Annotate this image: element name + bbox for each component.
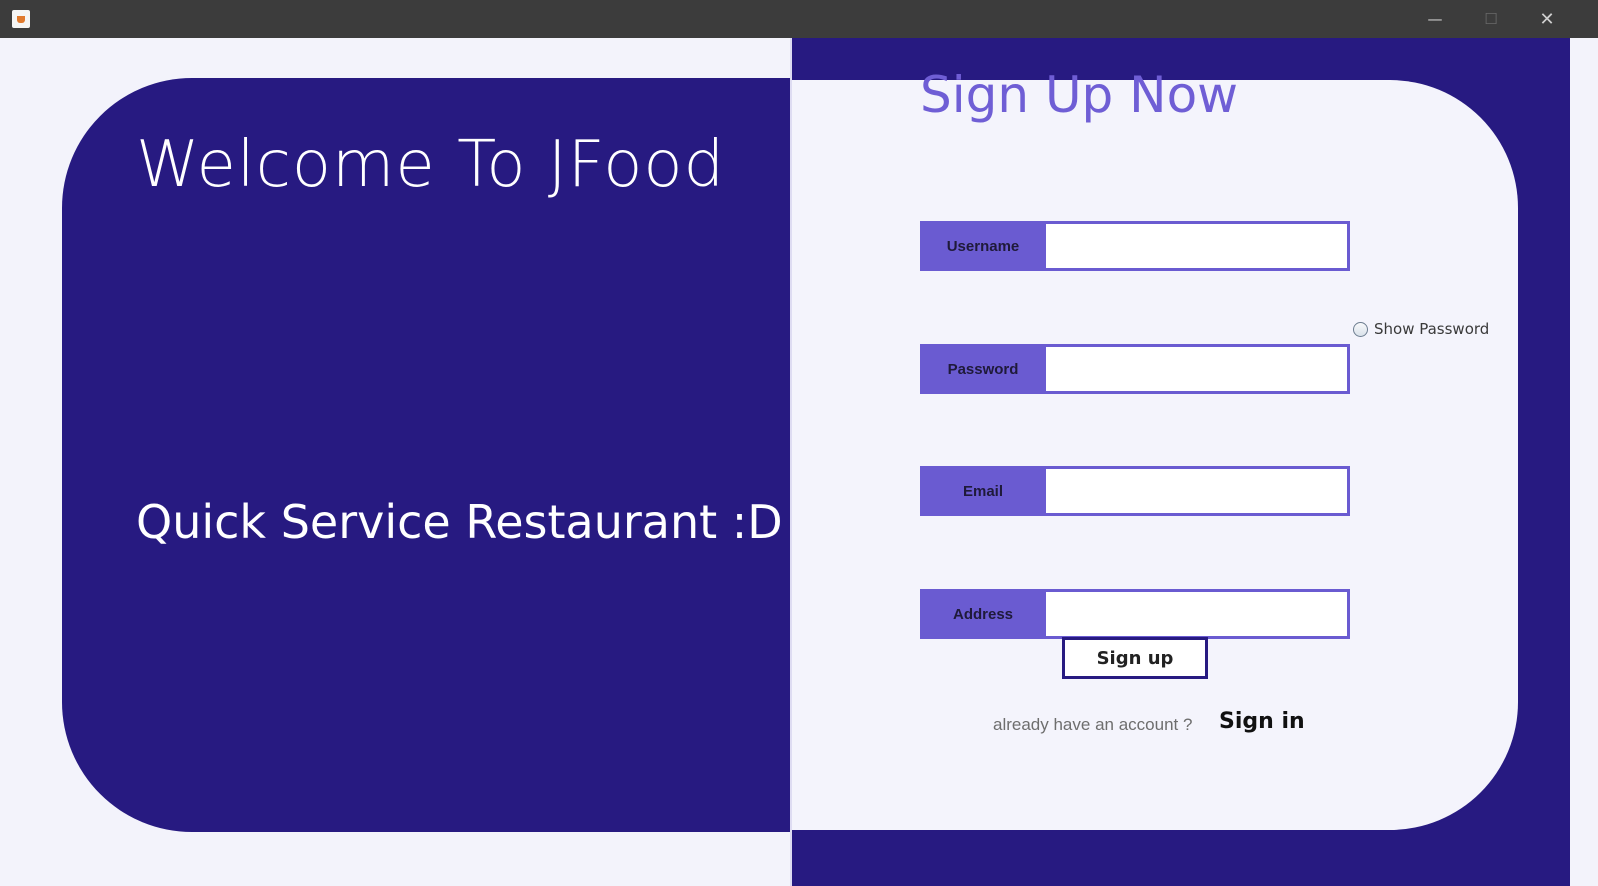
tagline-text: Quick Service Restaurant :D	[136, 495, 783, 549]
email-label: Email	[920, 466, 1046, 516]
minimize-button[interactable]: —	[1412, 0, 1458, 38]
username-row: Username	[920, 221, 1350, 271]
signin-link[interactable]: Sign in	[1219, 709, 1305, 734]
address-row: Address	[920, 589, 1350, 639]
password-label: Password	[920, 344, 1046, 394]
username-input[interactable]	[1046, 221, 1350, 271]
show-password-toggle[interactable]: Show Password	[1353, 320, 1489, 338]
username-label: Username	[920, 221, 1046, 271]
radio-button-icon[interactable]	[1353, 321, 1368, 337]
java-app-icon	[12, 10, 30, 28]
close-button[interactable]: ✕	[1524, 0, 1570, 38]
password-input[interactable]	[1046, 344, 1350, 394]
password-row: Password	[920, 344, 1350, 394]
email-row: Email	[920, 466, 1350, 516]
title-bar: — ☐ ✕	[0, 0, 1598, 38]
signup-title: Sign Up Now	[920, 66, 1239, 124]
show-password-label: Show Password	[1374, 320, 1490, 338]
maximize-button[interactable]: ☐	[1468, 0, 1514, 38]
welcome-heading: Welcome To JFood	[136, 128, 726, 202]
already-account-text: already have an account ?	[993, 715, 1193, 734]
email-input[interactable]	[1046, 466, 1350, 516]
address-input[interactable]	[1046, 589, 1350, 639]
signup-button[interactable]: Sign up	[1062, 637, 1208, 679]
panel-divider	[790, 38, 792, 886]
address-label: Address	[920, 589, 1046, 639]
